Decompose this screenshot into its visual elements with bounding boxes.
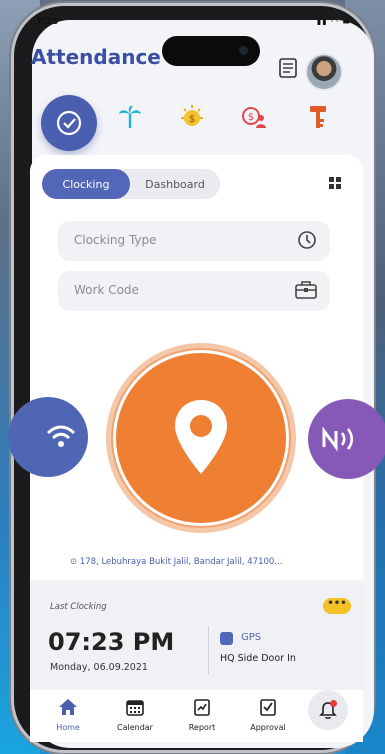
nfc-clock-button[interactable] <box>308 399 385 479</box>
money-user-icon: $ <box>242 107 266 128</box>
tab-report[interactable]: Report <box>172 698 232 732</box>
dynamic-island <box>162 36 260 66</box>
tab-report-label: Report <box>188 723 216 732</box>
shortcut-leave[interactable] <box>108 95 152 139</box>
money-sun-icon: $ <box>181 105 203 126</box>
key-icon <box>310 106 326 128</box>
shortcut-claims[interactable]: $ <box>232 95 276 139</box>
last-clocking-time: 07:23 PM <box>48 628 175 656</box>
wifi-clock-button[interactable] <box>8 397 88 477</box>
divider <box>208 626 209 674</box>
shortcut-access[interactable] <box>296 95 340 139</box>
shortcut-clocking[interactable] <box>41 95 97 151</box>
tab-home[interactable]: Home <box>38 698 98 732</box>
svg-text:$: $ <box>189 114 195 125</box>
work-code-select[interactable]: Work Code <box>58 271 330 311</box>
clocking-type-select[interactable]: Clocking Type <box>58 221 330 261</box>
last-clocking-label: Last Clocking <box>50 602 107 612</box>
tab-clocking[interactable]: Clocking <box>42 169 130 199</box>
approval-icon <box>260 699 276 716</box>
wifi-icon <box>46 425 76 447</box>
nfc-icon <box>322 426 354 452</box>
home-icon <box>59 699 77 715</box>
notification-dot <box>330 700 337 707</box>
clocking-method: GPS <box>241 632 262 643</box>
report-icon <box>194 699 210 716</box>
tab-dashboard[interactable]: Dashboard <box>132 169 218 199</box>
tab-approval-label: Approval <box>250 723 286 732</box>
grid-menu-icon[interactable] <box>329 177 341 189</box>
last-clocking-panel: Last Clocking ••• 07:23 PM Monday, 06.09… <box>30 580 363 690</box>
bottom-tab-bar: Home Calendar Report Approval <box>30 690 363 742</box>
notifications-button[interactable] <box>308 690 348 730</box>
clocking-location: HQ Side Door In <box>220 653 296 664</box>
status-icons: ▮▮ ◠ ▬ <box>316 17 351 26</box>
work-code-placeholder: Work Code <box>74 283 139 297</box>
clocking-card: Clocking Dashboard Clocking Type Work Co… <box>8 155 385 580</box>
more-options-button[interactable]: ••• <box>323 598 351 614</box>
view-toggle: Clocking Dashboard <box>42 169 220 199</box>
gps-clock-button[interactable] <box>106 343 296 533</box>
tab-approval[interactable]: Approval <box>238 698 298 732</box>
last-clocking-date: Monday, 06.09.2021 <box>50 662 148 673</box>
tab-calendar[interactable]: Calendar <box>105 698 165 732</box>
current-address: ⊙ 178, Lebuhraya Bukit Jalil, Bandar Jal… <box>70 557 283 567</box>
status-time: 7:25 <box>36 17 59 27</box>
briefcase-icon <box>295 281 317 299</box>
gps-icon <box>220 632 233 645</box>
page-title: Attendance <box>31 45 161 69</box>
palm-tree-icon <box>119 105 141 128</box>
clock-icon <box>298 231 316 249</box>
shortcut-payroll[interactable]: $ <box>170 95 214 139</box>
tab-calendar-label: Calendar <box>117 723 153 732</box>
calendar-icon <box>126 700 144 716</box>
location-pin-icon <box>175 400 227 474</box>
clocking-type-placeholder: Clocking Type <box>74 233 157 247</box>
clock-check-icon <box>56 110 82 136</box>
user-avatar[interactable] <box>305 53 343 91</box>
svg-text:$: $ <box>248 112 254 123</box>
clipboard-icon[interactable] <box>279 58 297 78</box>
tab-home-label: Home <box>56 723 80 732</box>
